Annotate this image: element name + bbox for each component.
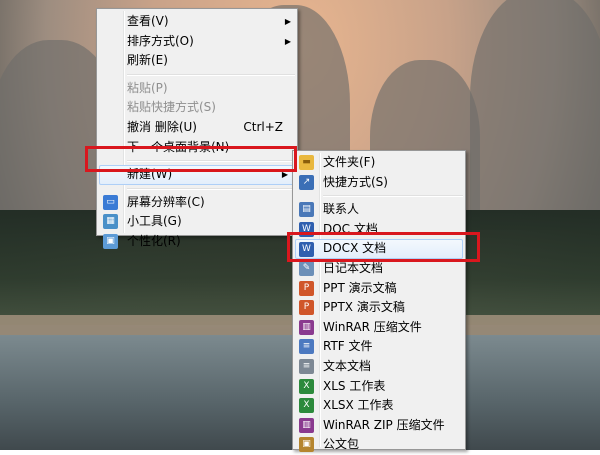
menu-item-view[interactable]: 查看(V) ▶ <box>97 12 297 32</box>
submenu-item-label: DOCX 文档 <box>323 241 387 256</box>
rtf-icon: ≡ <box>299 339 314 355</box>
journal-icon: ✎ <box>299 260 314 276</box>
pptx-icon: P <box>299 300 314 316</box>
ppt-icon: P <box>299 280 314 296</box>
menu-item-next-background[interactable]: 下一个桌面背景(N) <box>97 138 297 158</box>
menu-item-sort-by[interactable]: 排序方式(O) ▶ <box>97 32 297 52</box>
submenu-item-winrar[interactable]: ▥ WinRAR 压缩文件 <box>293 318 465 338</box>
submenu-item-label: 联系人 <box>323 202 360 217</box>
menu-item-refresh[interactable]: 刷新(E) <box>97 51 297 71</box>
submenu-item-winrar-zip[interactable]: ▥ WinRAR ZIP 压缩文件 <box>293 416 465 436</box>
menu-item-shortcut: Ctrl+Z <box>243 119 283 134</box>
submenu-item-label: RTF 文件 <box>323 339 373 354</box>
text-icon: ≡ <box>299 358 314 374</box>
folder-icon: ▬ <box>299 155 314 170</box>
menu-item-label: 查看(V) <box>127 14 169 28</box>
menu-separator <box>323 195 463 198</box>
submenu-item-folder[interactable]: ▬ 文件夹(F) <box>293 153 465 173</box>
winrar-zip-icon: ▥ <box>299 417 314 433</box>
menu-item-paste[interactable]: 粘贴(P) <box>97 79 297 99</box>
new-submenu: ▬ 文件夹(F) ↗ 快捷方式(S) ▤ 联系人 W DOC 文档 W DOCX… <box>292 150 466 453</box>
submenu-item-label: WinRAR ZIP 压缩文件 <box>323 417 445 432</box>
shortcut-icon: ↗ <box>299 174 314 190</box>
submenu-item-pptx[interactable]: P PPTX 演示文稿 <box>293 298 465 318</box>
docx-icon: W <box>299 242 314 258</box>
menu-separator <box>127 160 295 163</box>
winrar-icon: ▥ <box>299 319 314 335</box>
submenu-item-docx[interactable]: W DOCX 文档 <box>295 239 463 259</box>
menu-item-label: 个性化(R) <box>127 233 181 248</box>
menu-item-new[interactable]: 新建(W) ▶ <box>99 165 295 185</box>
menu-item-label: 刷新(E) <box>127 53 168 68</box>
doc-icon: W <box>299 221 314 237</box>
menu-item-label: 粘贴(P) <box>127 80 168 95</box>
submenu-item-ppt[interactable]: P PPT 演示文稿 <box>293 279 465 299</box>
submenu-item-label: XLSX 工作表 <box>323 398 394 413</box>
submenu-item-label: XLS 工作表 <box>323 378 386 393</box>
contact-icon: ▤ <box>299 202 314 218</box>
menu-item-screen-resolution[interactable]: ▭ 屏幕分辨率(C) <box>97 193 297 213</box>
submenu-item-label: 日记本文档 <box>323 260 384 275</box>
submenu-item-journal[interactable]: ✎ 日记本文档 <box>293 259 465 279</box>
menu-separator <box>127 73 295 76</box>
submenu-arrow-icon: ▶ <box>281 170 288 180</box>
submenu-item-contact[interactable]: ▤ 联系人 <box>293 200 465 220</box>
xls-icon: X <box>299 378 314 394</box>
menu-item-label: 下一个桌面背景(N) <box>127 139 230 154</box>
submenu-item-label: PPTX 演示文稿 <box>323 300 405 315</box>
submenu-arrow-icon: ▶ <box>284 17 291 26</box>
briefcase-icon: ▣ <box>299 437 314 453</box>
menu-separator <box>127 187 295 190</box>
menu-item-personalize[interactable]: ▣ 个性化(R) <box>97 232 297 252</box>
submenu-item-shortcut[interactable]: ↗ 快捷方式(S) <box>293 173 465 193</box>
screen-resolution-icon: ▭ <box>103 194 118 210</box>
submenu-arrow-icon: ▶ <box>284 36 291 46</box>
personalize-icon: ▣ <box>103 233 118 249</box>
desktop-context-menu: 查看(V) ▶ 排序方式(O) ▶ 刷新(E) 粘贴(P) 粘贴快捷方式(S) … <box>96 8 298 249</box>
gadgets-icon: ▦ <box>103 214 118 230</box>
submenu-item-label: DOC 文档 <box>323 221 378 236</box>
menu-item-undo-delete[interactable]: 撤消 删除(U) Ctrl+Z <box>97 118 297 138</box>
menu-item-gadgets[interactable]: ▦ 小工具(G) <box>97 212 297 232</box>
menu-item-label: 小工具(G) <box>127 214 182 229</box>
menu-item-paste-shortcut[interactable]: 粘贴快捷方式(S) <box>97 98 297 118</box>
menu-item-label: 撤消 删除(U) <box>127 119 197 134</box>
submenu-item-xls[interactable]: X XLS 工作表 <box>293 377 465 397</box>
menu-item-label: 新建(W) <box>127 167 173 182</box>
wallpaper-mountain <box>470 0 600 230</box>
submenu-item-doc[interactable]: W DOC 文档 <box>293 220 465 240</box>
menu-item-label: 排序方式(O) <box>127 33 194 48</box>
submenu-item-label: WinRAR 压缩文件 <box>323 319 422 334</box>
submenu-item-label: 公文包 <box>323 437 360 452</box>
submenu-item-rtf[interactable]: ≡ RTF 文件 <box>293 337 465 357</box>
submenu-item-label: 快捷方式(S) <box>323 174 388 189</box>
submenu-item-label: 文件夹(F) <box>323 155 376 169</box>
xlsx-icon: X <box>299 398 314 414</box>
submenu-item-label: PPT 演示文稿 <box>323 280 397 295</box>
submenu-item-xlsx[interactable]: X XLSX 工作表 <box>293 396 465 416</box>
menu-item-label: 粘贴快捷方式(S) <box>127 100 216 115</box>
submenu-item-label: 文本文档 <box>323 358 372 373</box>
submenu-item-briefcase[interactable]: ▣ 公文包 <box>293 435 465 455</box>
submenu-item-text[interactable]: ≡ 文本文档 <box>293 357 465 377</box>
menu-item-label: 屏幕分辨率(C) <box>127 194 205 209</box>
